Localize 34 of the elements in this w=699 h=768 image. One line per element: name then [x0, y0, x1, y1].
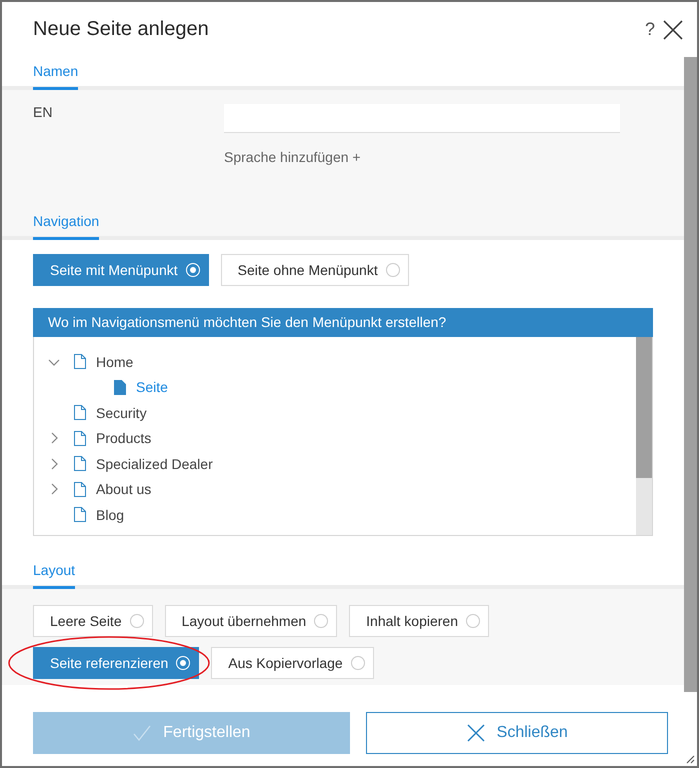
option-button[interactable]: Layout übernehmen — [164, 605, 338, 637]
page-icon — [74, 405, 86, 420]
page-icon — [114, 380, 126, 395]
close-icon — [466, 724, 485, 742]
page-icon — [74, 430, 86, 446]
option-button[interactable]: Leere Seite — [33, 605, 153, 637]
tree-item[interactable]: Security — [96, 404, 147, 421]
language-label: EN — [33, 104, 54, 122]
option-button[interactable]: Seite referenzieren — [33, 647, 200, 679]
add-language-link[interactable]: Sprache hinzufügen + — [224, 149, 620, 165]
option-button[interactable]: Seite ohne Menüpunkt — [220, 254, 409, 286]
tree-item[interactable]: About us — [96, 481, 152, 498]
scrollbar[interactable] — [684, 57, 697, 692]
tree-item[interactable]: Home — [96, 354, 134, 370]
tree-item[interactable]: Seite — [136, 379, 168, 396]
tree-item[interactable]: Specialized Dealer — [96, 456, 213, 472]
name-input-field[interactable] — [224, 104, 620, 133]
tree-item[interactable]: Blog — [96, 506, 124, 523]
page-icon — [74, 482, 86, 497]
scrollbar[interactable] — [636, 337, 652, 535]
option-button[interactable]: Inhalt kopieren — [349, 605, 489, 637]
help-button[interactable]: ? — [644, 19, 655, 40]
dialog-title: Neue Seite anlegen — [33, 18, 210, 41]
tree-item[interactable]: Products — [96, 430, 152, 446]
resize-grip-icon[interactable] — [686, 755, 695, 764]
close-icon[interactable] — [663, 20, 683, 40]
page-icon — [74, 507, 86, 522]
tree-header: Wo im Navigationsmenü möchten Sie den Menüpunkt erstellen? — [33, 308, 653, 337]
option-button[interactable]: Aus Kopiervorlage — [211, 647, 374, 679]
page-icon — [74, 354, 86, 370]
close-button[interactable]: Schließen — [366, 712, 668, 754]
checkmark-icon — [133, 724, 152, 742]
option-button[interactable]: Seite mit Menüpunkt — [33, 254, 209, 286]
page-icon — [74, 456, 86, 472]
